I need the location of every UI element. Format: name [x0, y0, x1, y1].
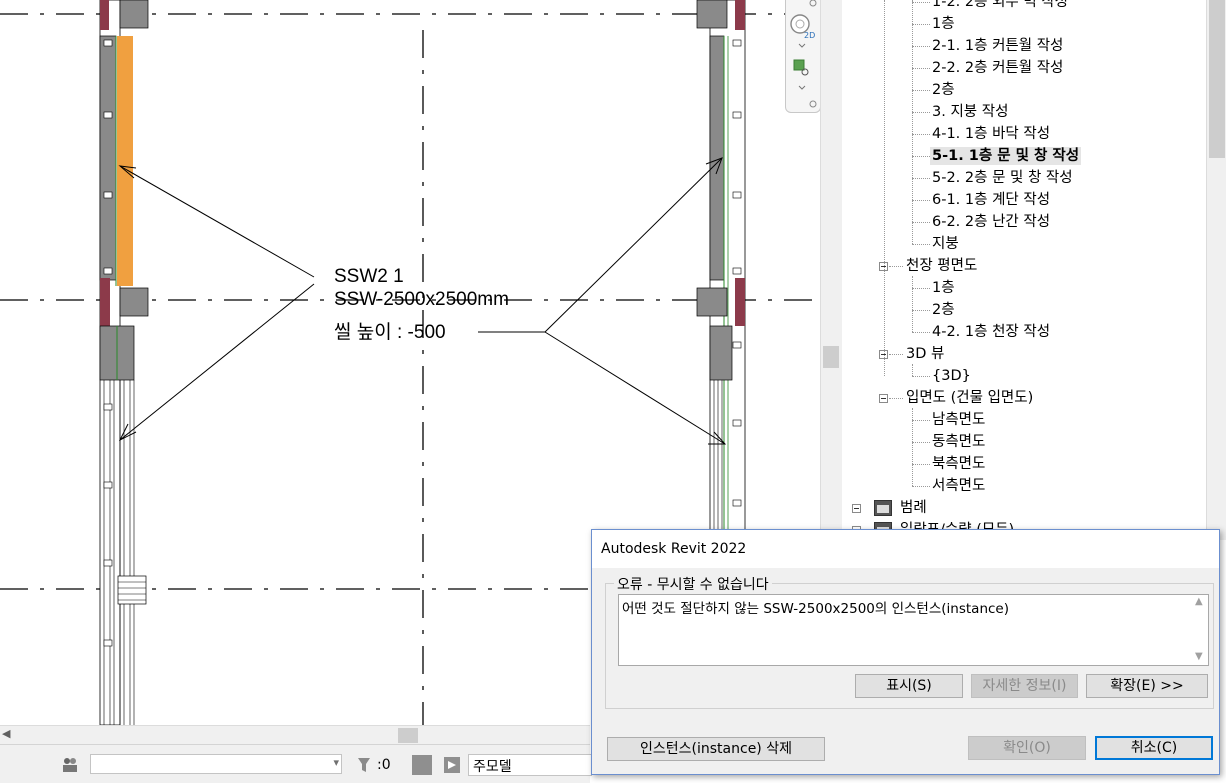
tree-item[interactable]: 지붕 — [932, 235, 959, 253]
icon-detail — [877, 505, 889, 513]
delete-instances-button[interactable]: 인스턴스(instance) 삭제 — [607, 737, 825, 761]
tree-item[interactable]: 3. 지붕 작성 — [932, 103, 1008, 121]
project-browser: 1-2. 2층 외부 벽 작성 1층 2-1. 1층 커튼월 작성 2-2. 2층 커… — [842, 0, 1206, 540]
status-bar: ▾ :0 주모델 — [0, 744, 592, 783]
tree-item[interactable]: 6-1. 1층 계단 작성 — [932, 191, 1050, 209]
show-button[interactable]: 표시(S) — [855, 674, 963, 698]
cancel-button[interactable]: 취소(C) — [1095, 736, 1213, 760]
tree-connector — [912, 0, 913, 244]
tree-expander-icon[interactable] — [879, 394, 888, 403]
design-options-icon[interactable] — [442, 755, 462, 775]
tree-connector — [912, 310, 930, 311]
tree-connector — [912, 364, 913, 376]
chevron-up-icon[interactable]: ▲ — [1195, 596, 1203, 607]
tree-connector — [884, 0, 885, 376]
tree-connector — [912, 156, 930, 157]
tree-item[interactable]: 동측면도 — [932, 433, 985, 451]
scroll-thumb[interactable] — [1209, 0, 1225, 158]
tree-item[interactable]: 2-2. 2층 커튼월 작성 — [932, 59, 1063, 77]
tree-connector — [912, 178, 930, 179]
legend-icon — [874, 500, 892, 516]
tree-item[interactable]: 서측면도 — [932, 477, 985, 495]
tree-connector — [889, 398, 903, 399]
tree-connector — [912, 288, 930, 289]
ok-button[interactable]: 확인(O) — [968, 736, 1086, 760]
canvas-horizontal-scrollbar[interactable]: ◀ — [0, 725, 590, 745]
tag-sill-height[interactable]: 씰 높이 : -500 — [334, 322, 446, 344]
tree-connector — [912, 376, 930, 377]
tag-type-name[interactable]: SSW-2500x2500mm — [334, 289, 509, 311]
steering-wheel-2d-icon[interactable]: 2D — [790, 14, 815, 40]
chevron-down-icon[interactable]: ▼ — [1195, 651, 1203, 662]
expand-button[interactable]: 확장(E) >> — [1086, 674, 1208, 698]
dialog-title: Autodesk Revit 2022 — [601, 541, 747, 557]
tree-connector — [912, 276, 913, 332]
tree-item[interactable]: 북측면도 — [932, 455, 985, 473]
tree-item[interactable]: 5-1. 1층 문 및 창 작성 — [930, 147, 1082, 165]
tree-connector — [912, 90, 930, 91]
tag-type-mark[interactable]: SSW2 1 — [334, 266, 404, 288]
tree-expander-icon[interactable] — [852, 504, 861, 513]
tree-connector — [912, 332, 930, 333]
tree-connector — [912, 24, 930, 25]
tree-item[interactable]: 5-2. 2층 문 및 창 작성 — [932, 169, 1073, 187]
tree-connector — [889, 266, 903, 267]
editable-only-icon[interactable] — [412, 755, 432, 775]
svg-text:2D: 2D — [804, 31, 815, 40]
tree-connector — [912, 486, 930, 487]
tree-connector — [912, 134, 930, 135]
tree-item[interactable]: 1-2. 2층 외부 벽 작성 — [932, 0, 1068, 11]
navbar-options-icon[interactable] — [809, 100, 817, 108]
tree-item[interactable]: 4-2. 1층 천장 작성 — [932, 323, 1050, 341]
tree-connector — [912, 244, 930, 245]
tree-item[interactable]: 1층 — [932, 279, 955, 297]
tree-item[interactable]: 6-2. 2층 난간 작성 — [932, 213, 1050, 231]
message-scrollbar[interactable]: ▲ ▼ — [1191, 595, 1208, 665]
tree-item[interactable]: 2-1. 1층 커튼월 작성 — [932, 37, 1063, 55]
tree-item[interactable]: 남측면도 — [932, 411, 985, 429]
chevron-down-icon[interactable]: ▾ — [333, 756, 339, 769]
tree-connector — [912, 46, 930, 47]
tree-item[interactable]: 2층 — [932, 81, 955, 99]
error-group-label: 오류 - 무시할 수 없습니다 — [614, 574, 772, 594]
error-message: 어떤 것도 절단하지 않는 SSW-2500x2500의 인스턴스(instan… — [622, 601, 1009, 617]
tree-connector — [912, 464, 930, 465]
tree-item[interactable]: 입면도 (건물 입면도) — [906, 389, 1033, 407]
tree-item[interactable]: 2층 — [932, 301, 955, 319]
tree-item[interactable]: 천장 평면도 — [906, 257, 977, 275]
tree-connector — [912, 68, 930, 69]
filter-icon[interactable] — [354, 755, 374, 775]
error-message-box[interactable]: 어떤 것도 절단하지 않는 SSW-2500x2500의 인스턴스(instan… — [618, 594, 1209, 666]
tree-item[interactable]: 4-1. 1층 바닥 작성 — [932, 125, 1050, 143]
tree-item[interactable]: {3D} — [932, 367, 971, 385]
close-navbar-icon[interactable] — [809, 0, 817, 7]
chevron-down-icon[interactable] — [798, 85, 806, 90]
tree-item[interactable]: 범례 — [900, 499, 927, 517]
scroll-thumb[interactable] — [398, 728, 418, 743]
tree-item[interactable]: 1층 — [932, 15, 955, 33]
worksets-icon[interactable] — [60, 754, 80, 774]
selection-count: :0 — [377, 757, 391, 773]
tree-connector — [912, 200, 930, 201]
chevron-down-icon[interactable] — [798, 43, 806, 48]
scroll-left-arrow-icon[interactable]: ◀ — [2, 727, 10, 740]
tree-connector — [912, 112, 930, 113]
navigation-bar: 2D — [785, 0, 820, 113]
workset-dropdown[interactable]: ▾ — [90, 754, 342, 774]
browser-vertical-scrollbar[interactable] — [1206, 0, 1226, 540]
tree-item[interactable]: 3D 뷰 — [906, 345, 944, 363]
tree-connector — [912, 2, 930, 3]
tree-connector — [912, 408, 913, 486]
main-model-field[interactable]: 주모델 — [468, 754, 592, 776]
tree-connector — [912, 442, 930, 443]
tree-connector — [889, 354, 903, 355]
dialog-titlebar[interactable]: Autodesk Revit 2022 — [592, 530, 1219, 568]
tree-connector — [912, 420, 930, 421]
zoom-region-icon[interactable] — [793, 59, 809, 76]
error-dialog: Autodesk Revit 2022 오류 - 무시할 수 없습니다 어떤 것… — [591, 529, 1220, 775]
tree-connector — [912, 222, 930, 223]
more-info-button[interactable]: 자세한 정보(I) — [971, 674, 1078, 698]
scroll-thumb[interactable] — [823, 346, 839, 368]
